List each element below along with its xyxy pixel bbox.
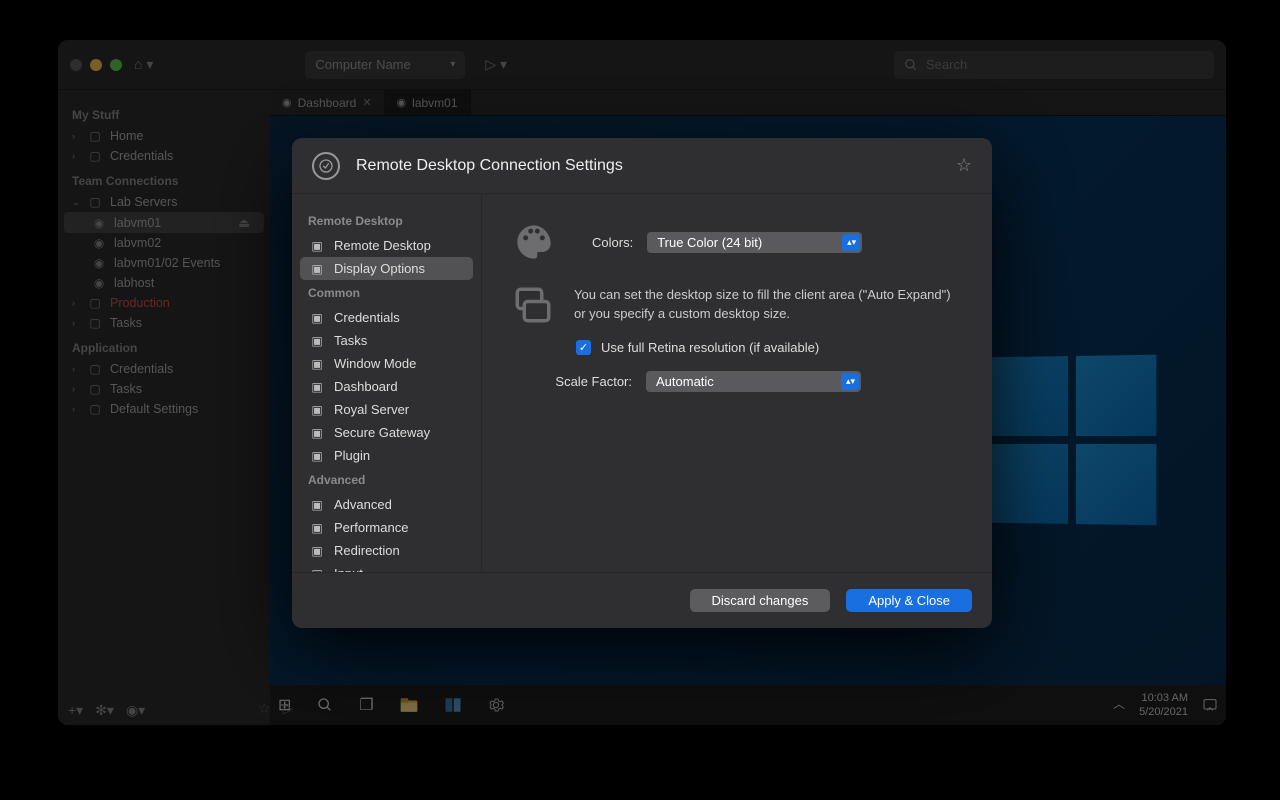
modal-nav-item[interactable]: ▣ Dashboard: [300, 375, 473, 398]
window-icon: ▣: [310, 357, 324, 371]
windows-stack-icon: [512, 284, 554, 326]
redir-icon: ▣: [310, 544, 324, 558]
chevron-updown-icon: ▴▾: [846, 377, 855, 386]
modal-nav-label: Window Mode: [334, 356, 416, 371]
rdp-icon: ▣: [310, 239, 324, 253]
modal-nav-group: Remote Desktop: [300, 208, 473, 234]
modal-nav-label: Display Options: [334, 261, 425, 276]
modal-nav-label: Advanced: [334, 497, 392, 512]
size-description: You can set the desktop size to fill the…: [574, 286, 962, 324]
modal-nav-item[interactable]: ▣Input: [300, 562, 473, 572]
modal-footer: Discard changes Apply & Close: [292, 572, 992, 628]
tasks-icon: ▣: [310, 334, 324, 348]
modal-nav-item[interactable]: ▣ Credentials: [300, 306, 473, 329]
modal-nav-label: Secure Gateway: [334, 425, 430, 440]
modal-nav-label: Royal Server: [334, 402, 409, 417]
shield-icon: ▣: [310, 426, 324, 440]
modal-nav-label: Dashboard: [334, 379, 398, 394]
modal-nav-label: Remote Desktop: [334, 238, 431, 253]
discard-button[interactable]: Discard changes: [690, 589, 831, 612]
modal-header: Remote Desktop Connection Settings ☆: [292, 138, 992, 194]
server-icon: ▣: [310, 403, 324, 417]
modal-nav-item[interactable]: ▣ Remote Desktop: [300, 234, 473, 257]
favorite-star-icon[interactable]: ☆: [956, 155, 972, 176]
colors-value: True Color (24 bit): [657, 235, 762, 250]
dashboard-icon: ▣: [310, 380, 324, 394]
key-icon: ▣: [310, 311, 324, 325]
perf-icon: ▣: [310, 521, 324, 535]
rdp-icon: [312, 152, 340, 180]
plugin-icon: ▣: [310, 449, 324, 463]
modal-nav-item[interactable]: ▣ Display Options: [300, 257, 473, 280]
modal-nav-label: Plugin: [334, 448, 370, 463]
colors-select[interactable]: True Color (24 bit) ▴▾: [647, 232, 862, 253]
modal-nav-item[interactable]: ▣ Redirection: [300, 539, 473, 562]
modal-nav-item[interactable]: ▣ Performance: [300, 516, 473, 539]
modal-nav-group: Common: [300, 280, 473, 306]
tools-icon: ▣: [310, 498, 324, 512]
modal-nav-label: Redirection: [334, 543, 400, 558]
chevron-updown-icon: ▴▾: [847, 238, 856, 247]
modal-nav-group: Advanced: [300, 467, 473, 493]
modal-nav-item[interactable]: ▣ Plugin: [300, 444, 473, 467]
modal-nav-item[interactable]: ▣ Window Mode: [300, 352, 473, 375]
scale-label: Scale Factor:: [542, 374, 632, 389]
display-icon: ▣: [310, 262, 324, 276]
modal-content: Colors: True Color (24 bit) ▴▾ You can s…: [482, 194, 992, 572]
modal-nav-item[interactable]: ▣ Tasks: [300, 329, 473, 352]
retina-checkbox-row[interactable]: ✓ Use full Retina resolution (if availab…: [576, 340, 962, 355]
retina-checkbox-label: Use full Retina resolution (if available…: [601, 340, 819, 355]
modal-nav-item[interactable]: ▣ Royal Server: [300, 398, 473, 421]
modal-title: Remote Desktop Connection Settings: [356, 157, 623, 175]
retina-checkbox[interactable]: ✓: [576, 340, 591, 355]
modal-nav-item[interactable]: ▣ Secure Gateway: [300, 421, 473, 444]
modal-nav-label: Credentials: [334, 310, 400, 325]
scale-value: Automatic: [656, 374, 714, 389]
modal-nav-label: Tasks: [334, 333, 367, 348]
palette-icon: [512, 220, 556, 264]
modal-nav: Remote Desktop ▣ Remote Desktop ▣ Display Op…: [292, 194, 482, 572]
colors-label: Colors:: [592, 235, 633, 250]
scale-select[interactable]: Automatic ▴▾: [646, 371, 861, 392]
apply-close-button[interactable]: Apply & Close: [846, 589, 972, 612]
modal-nav-item[interactable]: ▣ Advanced: [300, 493, 473, 516]
settings-modal: Remote Desktop Connection Settings ☆ Rem…: [292, 138, 992, 628]
modal-nav-label: Performance: [334, 520, 408, 535]
